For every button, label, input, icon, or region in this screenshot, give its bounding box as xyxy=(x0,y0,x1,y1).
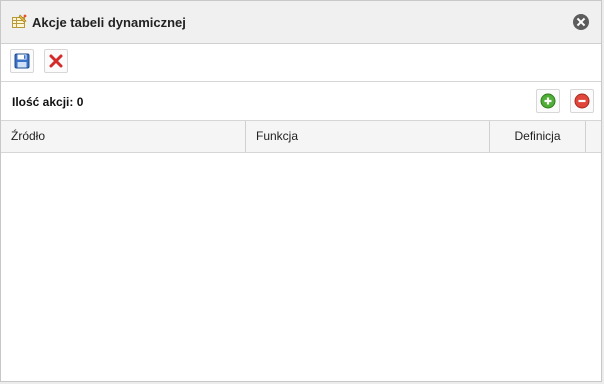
toolbar xyxy=(1,44,601,82)
dialog-titlebar: Akcje tabeli dynamicznej xyxy=(1,1,601,44)
dialog-window: Akcje tabeli dynamicznej Ilość akcji: 0 xyxy=(0,0,602,382)
column-header-filler xyxy=(586,121,602,152)
dialog-title: Akcje tabeli dynamicznej xyxy=(32,14,186,30)
actions-count-label: Ilość akcji: 0 xyxy=(12,95,84,109)
column-header-definition[interactable]: Definicja xyxy=(490,121,586,152)
red-minus-icon xyxy=(574,93,590,109)
close-icon[interactable] xyxy=(573,14,589,30)
grid-body[interactable] xyxy=(1,153,601,381)
red-x-icon xyxy=(49,54,63,68)
floppy-disk-icon xyxy=(14,53,30,69)
column-header-source[interactable]: Źródło xyxy=(1,121,246,152)
grid-header: Źródło Funkcja Definicja xyxy=(1,121,601,153)
add-action-button[interactable] xyxy=(536,89,560,113)
column-header-function[interactable]: Funkcja xyxy=(246,121,490,152)
green-plus-icon xyxy=(540,93,556,109)
cancel-button[interactable] xyxy=(44,49,68,73)
table-actions-icon xyxy=(11,14,27,30)
save-button[interactable] xyxy=(10,49,34,73)
actions-bar: Ilość akcji: 0 xyxy=(1,82,601,121)
remove-action-button[interactable] xyxy=(570,89,594,113)
